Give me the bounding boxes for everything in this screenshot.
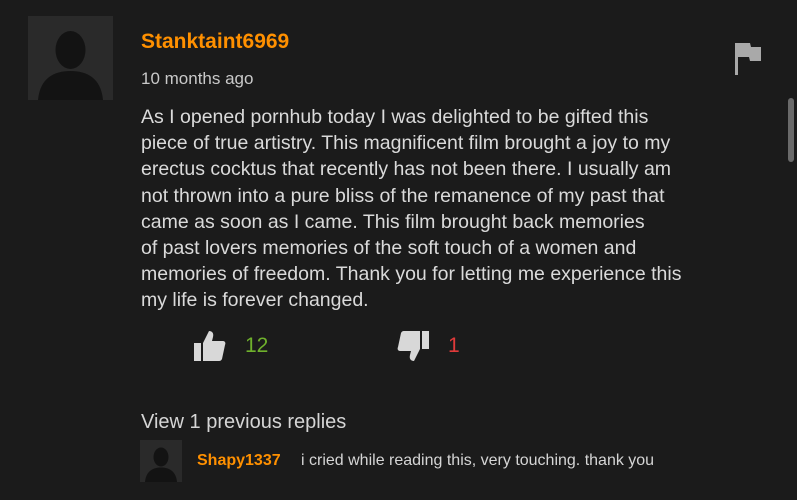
user-avatar-icon[interactable] (28, 16, 113, 100)
reply-avatar-icon[interactable] (140, 440, 182, 482)
reply-username[interactable]: Shapy1337 (197, 452, 281, 470)
thumbs-up-icon (194, 331, 226, 361)
like-button[interactable]: 12 (193, 327, 268, 365)
flag-icon[interactable] (732, 40, 764, 76)
dislike-count: 1 (448, 334, 460, 357)
dislike-button[interactable]: 1 (396, 327, 460, 365)
comment-body: As I opened pornhub today I was delighte… (141, 106, 682, 312)
reply-text: i cried while reading this, very touchin… (301, 452, 655, 469)
default-user-silhouette-icon (145, 447, 177, 482)
like-count: 12 (245, 334, 269, 357)
comment-username[interactable]: Stanktaint6969 (141, 30, 289, 54)
default-user-silhouette-icon (38, 31, 103, 100)
scrollbar-thumb[interactable] (788, 98, 794, 162)
comment-container: Stanktaint6969 10 months ago As I opened… (0, 0, 797, 500)
view-previous-replies-link[interactable]: View 1 previous replies (141, 411, 346, 434)
comment-timestamp: 10 months ago (141, 69, 254, 88)
thumbs-down-icon (397, 331, 429, 361)
